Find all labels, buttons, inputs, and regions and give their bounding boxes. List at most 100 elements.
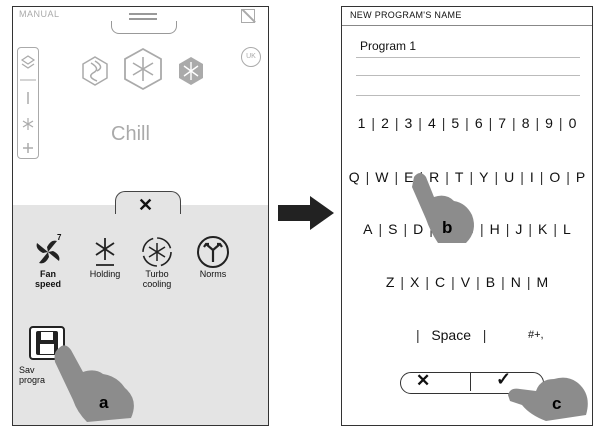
key-separator: | <box>558 115 563 131</box>
save-label-line1: Sav <box>19 365 35 375</box>
hand-pointer-c: c <box>508 377 588 421</box>
key-k[interactable]: K <box>535 221 550 237</box>
input-underline <box>356 57 580 58</box>
holding-icon <box>83 235 127 269</box>
key-1[interactable]: 1 <box>355 115 369 131</box>
fullscreen-icon[interactable] <box>241 9 255 23</box>
key-separator: | <box>400 274 405 290</box>
key-separator: | <box>505 221 510 237</box>
key-0[interactable]: 0 <box>566 115 580 131</box>
program-name: Chill <box>111 123 150 145</box>
key-l[interactable]: L <box>560 221 574 237</box>
key-u[interactable]: U <box>501 169 517 185</box>
key-space[interactable]: | Space | <box>416 327 486 343</box>
blast-chill-icon[interactable] <box>82 56 108 86</box>
key-a[interactable]: A <box>360 221 375 237</box>
layers-icon <box>20 55 36 69</box>
key-6[interactable]: 6 <box>472 115 486 131</box>
freeze-icon[interactable] <box>179 57 203 85</box>
key-7[interactable]: 7 <box>495 115 509 131</box>
key-n[interactable]: N <box>508 274 524 290</box>
option-label: Turbo <box>145 269 169 279</box>
key-2[interactable]: 2 <box>378 115 392 131</box>
holding-option[interactable]: Holding <box>83 235 127 279</box>
turbo-cooling-option[interactable]: Turbo cooling <box>135 235 179 289</box>
fan-speed-option[interactable]: 7 Fan speed <box>27 233 69 289</box>
key-separator: | <box>418 115 422 131</box>
callout-b: b <box>442 218 452 237</box>
key-3[interactable]: 3 <box>402 115 416 131</box>
key-x[interactable]: X <box>407 274 422 290</box>
key-separator: | <box>378 221 383 237</box>
key-separator: | <box>441 115 446 131</box>
key-separator: | <box>553 221 558 237</box>
key-separator: | <box>535 115 540 131</box>
callout-a: a <box>99 393 109 412</box>
action-divider <box>470 373 471 391</box>
key-separator: | <box>425 274 429 290</box>
callout-c: c <box>552 394 561 413</box>
norms-option[interactable]: Norms <box>191 235 235 279</box>
mode-label: MANUAL <box>19 9 60 19</box>
key-separator: | <box>566 169 570 185</box>
key-m[interactable]: M <box>534 274 552 290</box>
hand-pointer-a: a <box>54 345 134 422</box>
save-label-line2: progra <box>19 375 46 385</box>
option-label: speed <box>34 279 61 289</box>
key-h[interactable]: H <box>487 221 503 237</box>
close-panel-button[interactable]: ✕ <box>138 195 153 216</box>
key-5[interactable]: 5 <box>448 115 462 131</box>
hand-pointer-b: b <box>412 173 474 243</box>
arrow-icon <box>278 196 334 230</box>
key-j[interactable]: J <box>512 221 525 237</box>
key-separator: | <box>465 115 469 131</box>
key-separator: | <box>512 115 516 131</box>
key-z[interactable]: Z <box>383 274 398 290</box>
space-label: Space <box>431 327 472 343</box>
cancel-button[interactable]: ✕ <box>416 371 430 391</box>
key-separator: | <box>526 274 531 290</box>
key-separator: | <box>394 115 399 131</box>
side-tab-bar <box>17 47 39 159</box>
key-q[interactable]: Q <box>346 169 363 185</box>
snowflake-small-icon <box>22 118 34 130</box>
key-8[interactable]: 8 <box>519 115 533 131</box>
key-s[interactable]: S <box>385 221 400 237</box>
key-v[interactable]: V <box>458 274 473 290</box>
key-c[interactable]: C <box>432 274 448 290</box>
key-separator: | <box>539 169 544 185</box>
key-4[interactable]: 4 <box>425 115 439 131</box>
key-symbols[interactable]: #+, <box>528 329 544 341</box>
key-separator: | <box>528 221 533 237</box>
key-o[interactable]: O <box>546 169 563 185</box>
key-separator: | <box>520 169 524 185</box>
screen-header: NEW PROGRAM'S NAME <box>350 10 462 20</box>
program-icons <box>82 47 203 91</box>
key-i[interactable]: I <box>527 169 537 185</box>
key-separator: | <box>476 274 480 290</box>
program-name-input[interactable]: Program 1 <box>360 39 416 53</box>
norms-icon <box>191 235 235 269</box>
option-label: cooling <box>142 279 172 289</box>
key-separator: | <box>494 169 499 185</box>
key-separator: | <box>501 274 505 290</box>
option-label: Holding <box>89 269 121 279</box>
input-underline <box>356 75 580 76</box>
language-badge[interactable]: UK <box>241 47 261 67</box>
key-w[interactable]: W <box>372 169 391 185</box>
key-p[interactable]: P <box>573 169 588 185</box>
key-b[interactable]: B <box>483 274 498 290</box>
keyboard-row-bottom: Z | X | C | V | B | N | M <box>342 274 592 290</box>
fan-icon: 7 <box>27 233 69 269</box>
side-tab-icons <box>20 55 36 153</box>
key-separator: | <box>394 169 399 185</box>
divider <box>342 25 592 26</box>
plus-icon <box>23 143 33 153</box>
turbo-cooling-icon <box>135 235 179 269</box>
key-separator: | <box>365 169 370 185</box>
chill-icon[interactable] <box>124 47 162 91</box>
key-separator: | <box>451 274 455 290</box>
key-9[interactable]: 9 <box>542 115 556 131</box>
input-underline <box>356 95 580 96</box>
fan-speed-level: 7 <box>57 233 62 242</box>
